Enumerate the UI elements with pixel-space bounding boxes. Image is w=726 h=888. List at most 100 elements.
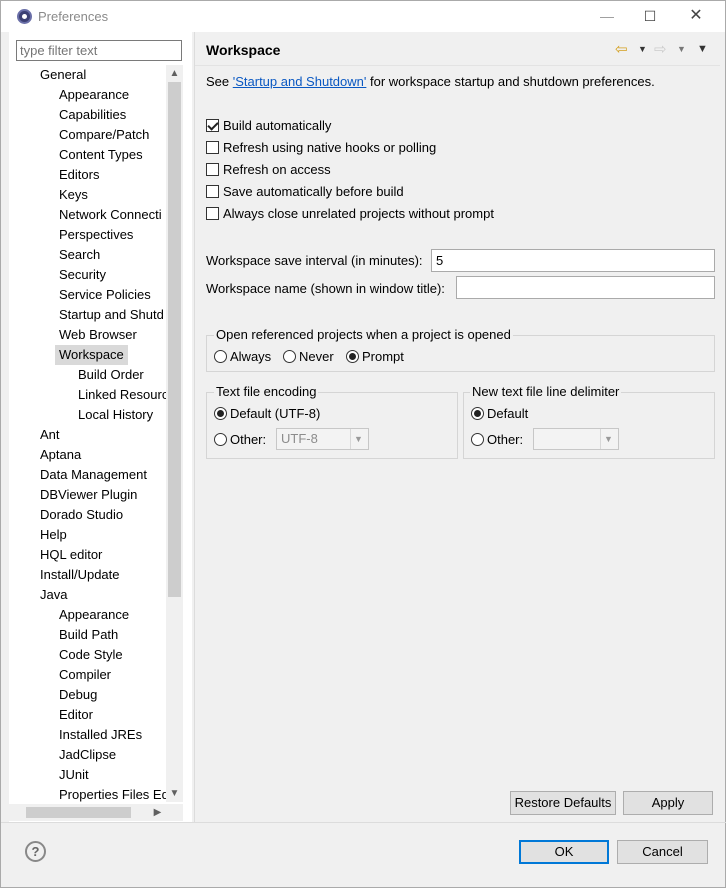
tree-item-local-history[interactable]: Local History xyxy=(78,405,153,425)
tree-item-junit[interactable]: JUnit xyxy=(59,765,89,785)
encoding-other-select[interactable]: UTF-8 ▼ xyxy=(276,428,369,450)
tree-item-network-connecti[interactable]: Network Connecti xyxy=(59,205,162,225)
tree-item-startup-and-shutd[interactable]: Startup and Shutd xyxy=(59,305,164,325)
scroll-up-arrow-icon[interactable]: ▲ xyxy=(166,65,183,82)
scroll-down-arrow-icon[interactable]: ▼ xyxy=(166,785,183,802)
startup-shutdown-link[interactable]: 'Startup and Shutdown' xyxy=(233,74,367,89)
open-ref-always-radio[interactable]: Always xyxy=(214,348,271,366)
checkbox-label: Build automatically xyxy=(223,118,332,133)
ok-button[interactable]: OK xyxy=(519,840,609,864)
workspace-name-label: Workspace name (shown in window title): xyxy=(206,281,445,296)
radio-circle[interactable] xyxy=(471,433,484,446)
tree-item-debug[interactable]: Debug xyxy=(59,685,97,705)
encoding-other-value: UTF-8 xyxy=(281,431,318,446)
tree-item-perspectives[interactable]: Perspectives xyxy=(59,225,133,245)
delimiter-other-select[interactable]: ▼ xyxy=(533,428,619,450)
checkbox-box[interactable] xyxy=(206,119,219,132)
tree-item-jadclipse[interactable]: JadClipse xyxy=(59,745,116,765)
back-menu-chevron-icon[interactable]: ▼ xyxy=(638,44,647,54)
tree-item-hql-editor[interactable]: HQL editor xyxy=(40,545,102,565)
tree-item-build-order[interactable]: Build Order xyxy=(78,365,144,385)
encoding-default-radio[interactable]: Default (UTF-8) xyxy=(214,405,320,423)
tree-item-keys[interactable]: Keys xyxy=(59,185,88,205)
maximize-button[interactable]: ☐ xyxy=(635,5,665,27)
cancel-button[interactable]: Cancel xyxy=(617,840,708,864)
refresh-on-access-checkbox[interactable]: Refresh on access xyxy=(206,161,331,179)
radio-circle[interactable] xyxy=(471,407,484,420)
page-title: Workspace xyxy=(206,42,281,58)
tree-item-build-path[interactable]: Build Path xyxy=(59,625,118,645)
delimiter-default-radio[interactable]: Default xyxy=(471,405,528,423)
save-before-build-checkbox[interactable]: Save automatically before build xyxy=(206,183,404,201)
encoding-other-radio[interactable]: Other: xyxy=(214,431,266,449)
window-title: Preferences xyxy=(38,9,109,24)
tree-item-capabilities[interactable]: Capabilities xyxy=(59,105,126,125)
save-interval-input[interactable] xyxy=(431,249,715,272)
radio-label: Never xyxy=(299,349,334,364)
radio-circle[interactable] xyxy=(346,350,359,363)
checkbox-box[interactable] xyxy=(206,163,219,176)
close-button[interactable]: ✕ xyxy=(681,5,711,27)
scroll-right-arrow-icon[interactable]: ▶ xyxy=(149,804,166,821)
tree-item-java[interactable]: Java xyxy=(40,585,67,605)
checkbox-label: Refresh using native hooks or polling xyxy=(223,140,437,155)
tree-item-appearance[interactable]: Appearance xyxy=(59,85,129,105)
checkbox-box[interactable] xyxy=(206,207,219,220)
tree-item-ant[interactable]: Ant xyxy=(40,425,60,445)
delimiter-other-radio[interactable]: Other: xyxy=(471,431,523,449)
refresh-native-hooks-checkbox[interactable]: Refresh using native hooks or polling xyxy=(206,139,436,157)
tree-item-code-style[interactable]: Code Style xyxy=(59,645,123,665)
checkbox-label: Refresh on access xyxy=(223,162,331,177)
radio-label: Default (UTF-8) xyxy=(230,406,321,421)
radio-circle[interactable] xyxy=(214,407,227,420)
open-ref-never-radio[interactable]: Never xyxy=(283,348,334,366)
tree-item-dorado-studio[interactable]: Dorado Studio xyxy=(40,505,123,525)
tree-item-workspace[interactable]: Workspace xyxy=(55,345,128,365)
close-unrelated-projects-checkbox[interactable]: Always close unrelated projects without … xyxy=(206,205,494,223)
help-icon[interactable]: ? xyxy=(25,841,46,862)
tree-item-appearance[interactable]: Appearance xyxy=(59,605,129,625)
vertical-scroll-thumb[interactable] xyxy=(168,82,181,597)
radio-circle[interactable] xyxy=(283,350,296,363)
startup-reference-text: See 'Startup and Shutdown' for workspace… xyxy=(206,74,655,89)
tree-horizontal-scrollbar[interactable]: ▶ xyxy=(9,804,183,821)
tree-item-linked-resourc[interactable]: Linked Resourc xyxy=(78,385,166,405)
scroll-left-arrow-icon[interactable] xyxy=(9,804,26,821)
workspace-name-input[interactable] xyxy=(456,276,715,299)
apply-button[interactable]: Apply xyxy=(623,791,713,815)
preferences-window: Preferences — ☐ ✕ GeneralAppearanceCapab… xyxy=(0,0,726,888)
tree-item-dbviewer-plugin[interactable]: DBViewer Plugin xyxy=(40,485,137,505)
forward-menu-chevron-icon[interactable]: ▼ xyxy=(677,44,686,54)
tree-item-properties-files-ed[interactable]: Properties Files Ed xyxy=(59,785,166,802)
tree-item-web-browser[interactable]: Web Browser xyxy=(59,325,137,345)
tree-item-editor[interactable]: Editor xyxy=(59,705,93,725)
tree-item-install-update[interactable]: Install/Update xyxy=(40,565,120,585)
restore-defaults-button[interactable]: Restore Defaults xyxy=(510,791,616,815)
checkbox-label: Always close unrelated projects without … xyxy=(223,206,494,221)
checkbox-box[interactable] xyxy=(206,185,219,198)
tree-item-compiler[interactable]: Compiler xyxy=(59,665,111,685)
tree-item-aptana[interactable]: Aptana xyxy=(40,445,81,465)
tree-item-installed-jres[interactable]: Installed JREs xyxy=(59,725,142,745)
checkbox-box[interactable] xyxy=(206,141,219,154)
radio-circle[interactable] xyxy=(214,433,227,446)
tree-vertical-scrollbar[interactable]: ▲ ▼ xyxy=(166,65,183,802)
tree-item-security[interactable]: Security xyxy=(59,265,106,285)
minimize-button[interactable]: — xyxy=(592,5,622,27)
back-arrow-icon[interactable]: ⇦ xyxy=(615,40,628,58)
open-ref-prompt-radio[interactable]: Prompt xyxy=(346,348,404,366)
tree-item-compare-patch[interactable]: Compare/Patch xyxy=(59,125,149,145)
view-menu-icon[interactable]: ▼ xyxy=(697,43,708,55)
horizontal-scroll-thumb[interactable] xyxy=(26,807,131,818)
tree-item-editors[interactable]: Editors xyxy=(59,165,99,185)
radio-circle[interactable] xyxy=(214,350,227,363)
tree-item-service-policies[interactable]: Service Policies xyxy=(59,285,151,305)
tree-item-help[interactable]: Help xyxy=(40,525,67,545)
tree-item-general[interactable]: General xyxy=(40,65,86,85)
build-automatically-checkbox[interactable]: Build automatically xyxy=(206,117,331,135)
forward-arrow-icon[interactable]: ⇨ xyxy=(654,40,667,58)
filter-input[interactable] xyxy=(16,40,182,61)
tree-item-data-management[interactable]: Data Management xyxy=(40,465,147,485)
tree-item-search[interactable]: Search xyxy=(59,245,100,265)
tree-item-content-types[interactable]: Content Types xyxy=(59,145,143,165)
